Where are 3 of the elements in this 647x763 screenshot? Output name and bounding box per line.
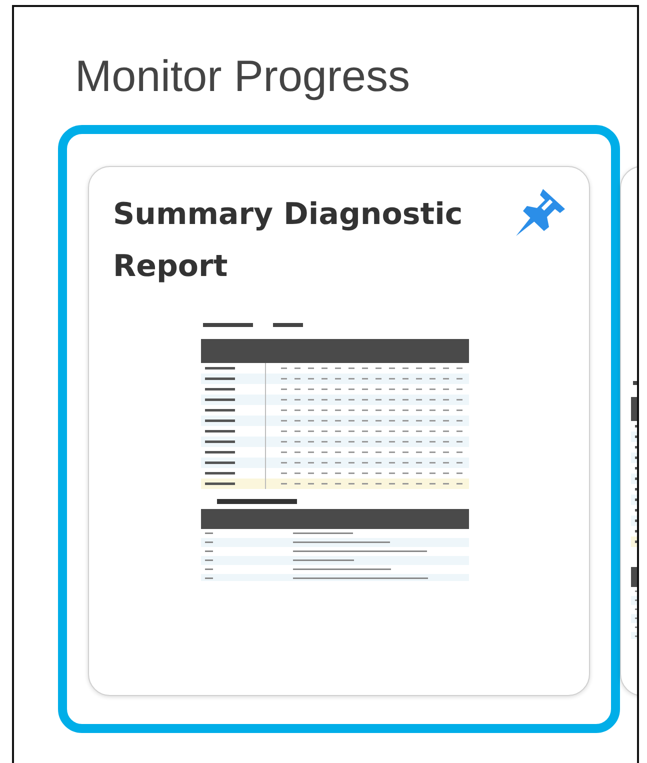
report-card[interactable]: Summary Diagnostic Report bbox=[88, 166, 590, 696]
section-title: Monitor Progress bbox=[75, 51, 412, 103]
card-title: Summary Diagnostic Report bbox=[113, 196, 464, 286]
